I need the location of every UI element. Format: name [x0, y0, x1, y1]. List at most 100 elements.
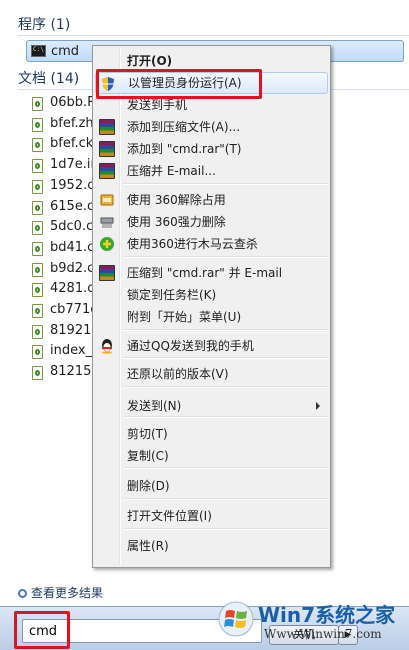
menu-item-label: 通过QQ发送到我的手机	[127, 339, 254, 353]
windows-logo-icon	[218, 601, 254, 637]
submenu-arrow-icon	[316, 402, 320, 410]
cmd-icon: C:\	[31, 45, 46, 57]
menu-item[interactable]: 使用360进行木马云查杀	[95, 233, 328, 255]
document-item-label: cb771e	[50, 302, 92, 317]
document-item-label: index_a	[50, 343, 92, 359]
winrar-icon	[99, 163, 115, 179]
document-item[interactable]: 819216	[32, 323, 92, 341]
document-item-label: b9d2.c	[50, 260, 92, 276]
menu-item-label: 使用 360强力删除	[127, 215, 226, 229]
menu-separator	[123, 467, 328, 469]
document-item[interactable]: 1952.cc	[32, 178, 92, 196]
document-item-label: bfef.zh	[50, 115, 92, 131]
document-item-label: 615e.cc	[50, 198, 92, 214]
see-more-results-link[interactable]: 查看更多结果	[18, 584, 103, 601]
document-item[interactable]: 615e.cc	[32, 199, 92, 217]
menu-item[interactable]: 添加到 "cmd.rar"(T)	[95, 138, 328, 160]
watermark-url: Www.Winwin7.com	[264, 627, 382, 641]
document-item[interactable]: bfef.ck	[32, 136, 92, 154]
menu-item[interactable]: 通过QQ发送到我的手机	[95, 335, 328, 357]
menu-separator	[123, 528, 328, 530]
document-item[interactable]: 5dc0.cc	[32, 219, 92, 237]
search-icon	[18, 589, 27, 598]
menu-item[interactable]: 附到「开始」菜单(U)	[95, 306, 328, 328]
winrar-icon	[99, 265, 115, 281]
document-item-label: 1d7e.in	[50, 157, 92, 173]
menu-separator	[123, 357, 328, 359]
menu-separator	[123, 498, 328, 500]
menu-item[interactable]: 删除(D)	[95, 475, 328, 497]
document-file-icon	[32, 221, 43, 236]
document-file-icon	[32, 324, 43, 339]
menu-item-label: 删除(D)	[127, 479, 170, 493]
document-item[interactable]: 4281.cl	[32, 281, 92, 299]
document-file-icon	[32, 241, 43, 256]
annotation-highlight-run-as-admin	[96, 69, 262, 99]
document-file-icon	[32, 262, 43, 277]
document-item[interactable]: bd41.c	[32, 240, 92, 258]
program-item-label: cmd	[51, 44, 80, 59]
menu-item[interactable]: 属性(R)	[95, 535, 328, 557]
menu-item[interactable]: 还原以前的版本(V)	[95, 363, 328, 385]
menu-item-label: 锁定到任务栏(K)	[127, 288, 217, 302]
document-file-icon	[32, 97, 43, 111]
360-unlock-icon	[99, 192, 115, 208]
menu-item-label: 添加到压缩文件(A)...	[127, 120, 241, 134]
menu-item-label: 添加到 "cmd.rar"(T)	[127, 142, 242, 156]
document-file-icon	[32, 304, 43, 318]
menu-item[interactable]: 使用 360解除占用	[95, 189, 328, 211]
document-item-label: 4281.cl	[50, 281, 92, 297]
document-item-label: 06bb.R	[50, 95, 92, 110]
document-file-icon	[32, 345, 43, 360]
document-item[interactable]: bfef.zh	[32, 116, 92, 134]
document-file-icon	[32, 283, 43, 298]
document-item[interactable]: 1d7e.in	[32, 157, 92, 175]
start-menu-panel: 程序 (1) C:\ cmd 文档 (14) 06bb.R bfef.zh bfef…	[0, 0, 409, 650]
menu-item-label: 压缩并 E-mail...	[127, 164, 216, 178]
menu-item-label: 属性(R)	[127, 539, 169, 553]
menu-item[interactable]: 使用 360强力删除	[95, 211, 328, 233]
menu-item-label: 发送到(N)	[127, 399, 182, 413]
document-item-label: 819216	[50, 322, 92, 338]
document-item-label: 1952.cc	[50, 177, 92, 193]
document-item[interactable]: 06bb.R	[32, 95, 92, 113]
menu-separator	[123, 386, 328, 388]
360-shred-icon	[99, 214, 115, 230]
programs-section-header: 程序 (1)	[18, 17, 71, 33]
document-item[interactable]: cb771e	[32, 302, 92, 320]
winrar-icon	[99, 141, 115, 157]
menu-separator	[123, 329, 328, 331]
menu-item[interactable]: 锁定到任务栏(K)	[95, 284, 328, 306]
document-file-icon	[32, 159, 43, 174]
document-file-icon	[32, 200, 43, 215]
menu-item-label: 还原以前的版本(V)	[127, 367, 229, 381]
menu-item[interactable]: 压缩并 E-mail...	[95, 160, 328, 182]
menu-item-label: 压缩到 "cmd.rar" 并 E-mail	[127, 266, 283, 280]
qq-icon	[99, 338, 115, 354]
document-item[interactable]: b9d2.c	[32, 261, 92, 279]
winrar-icon	[99, 119, 115, 135]
menu-item[interactable]: 添加到压缩文件(A)...	[95, 116, 328, 138]
menu-separator	[123, 416, 328, 418]
watermark: Win7系统之家 Www.Winwin7.com	[218, 597, 409, 649]
menu-item[interactable]: 复制(C)	[95, 445, 328, 467]
context-menu: 打开(O) 以管理员身份运行(A) 发送到手机 添加到压缩文件(A)... 添加到 "c…	[92, 45, 331, 568]
360-scan-icon	[99, 236, 115, 252]
watermark-title: Win7系统之家	[258, 603, 396, 627]
see-more-label: 查看更多结果	[31, 586, 104, 600]
menu-item[interactable]: 发送到(N)	[95, 395, 328, 417]
document-file-icon	[32, 179, 43, 194]
document-item-label: bd41.c	[50, 239, 92, 255]
menu-item-label: 使用360进行木马云查杀	[127, 237, 258, 251]
document-item[interactable]: index_a	[32, 343, 92, 361]
menu-item[interactable]: 压缩到 "cmd.rar" 并 E-mail	[95, 262, 328, 284]
menu-item-label: 使用 360解除占用	[127, 193, 226, 207]
menu-item-label: 打开文件位置(I)	[127, 509, 212, 523]
menu-item-label: 复制(C)	[127, 449, 169, 463]
menu-separator	[123, 183, 328, 185]
document-item[interactable]: 812156	[32, 364, 92, 382]
menu-item-label: 附到「开始」菜单(U)	[127, 310, 242, 324]
menu-item[interactable]: 剪切(T)	[95, 423, 328, 445]
document-file-icon	[32, 366, 43, 381]
menu-item[interactable]: 打开文件位置(I)	[95, 505, 328, 527]
